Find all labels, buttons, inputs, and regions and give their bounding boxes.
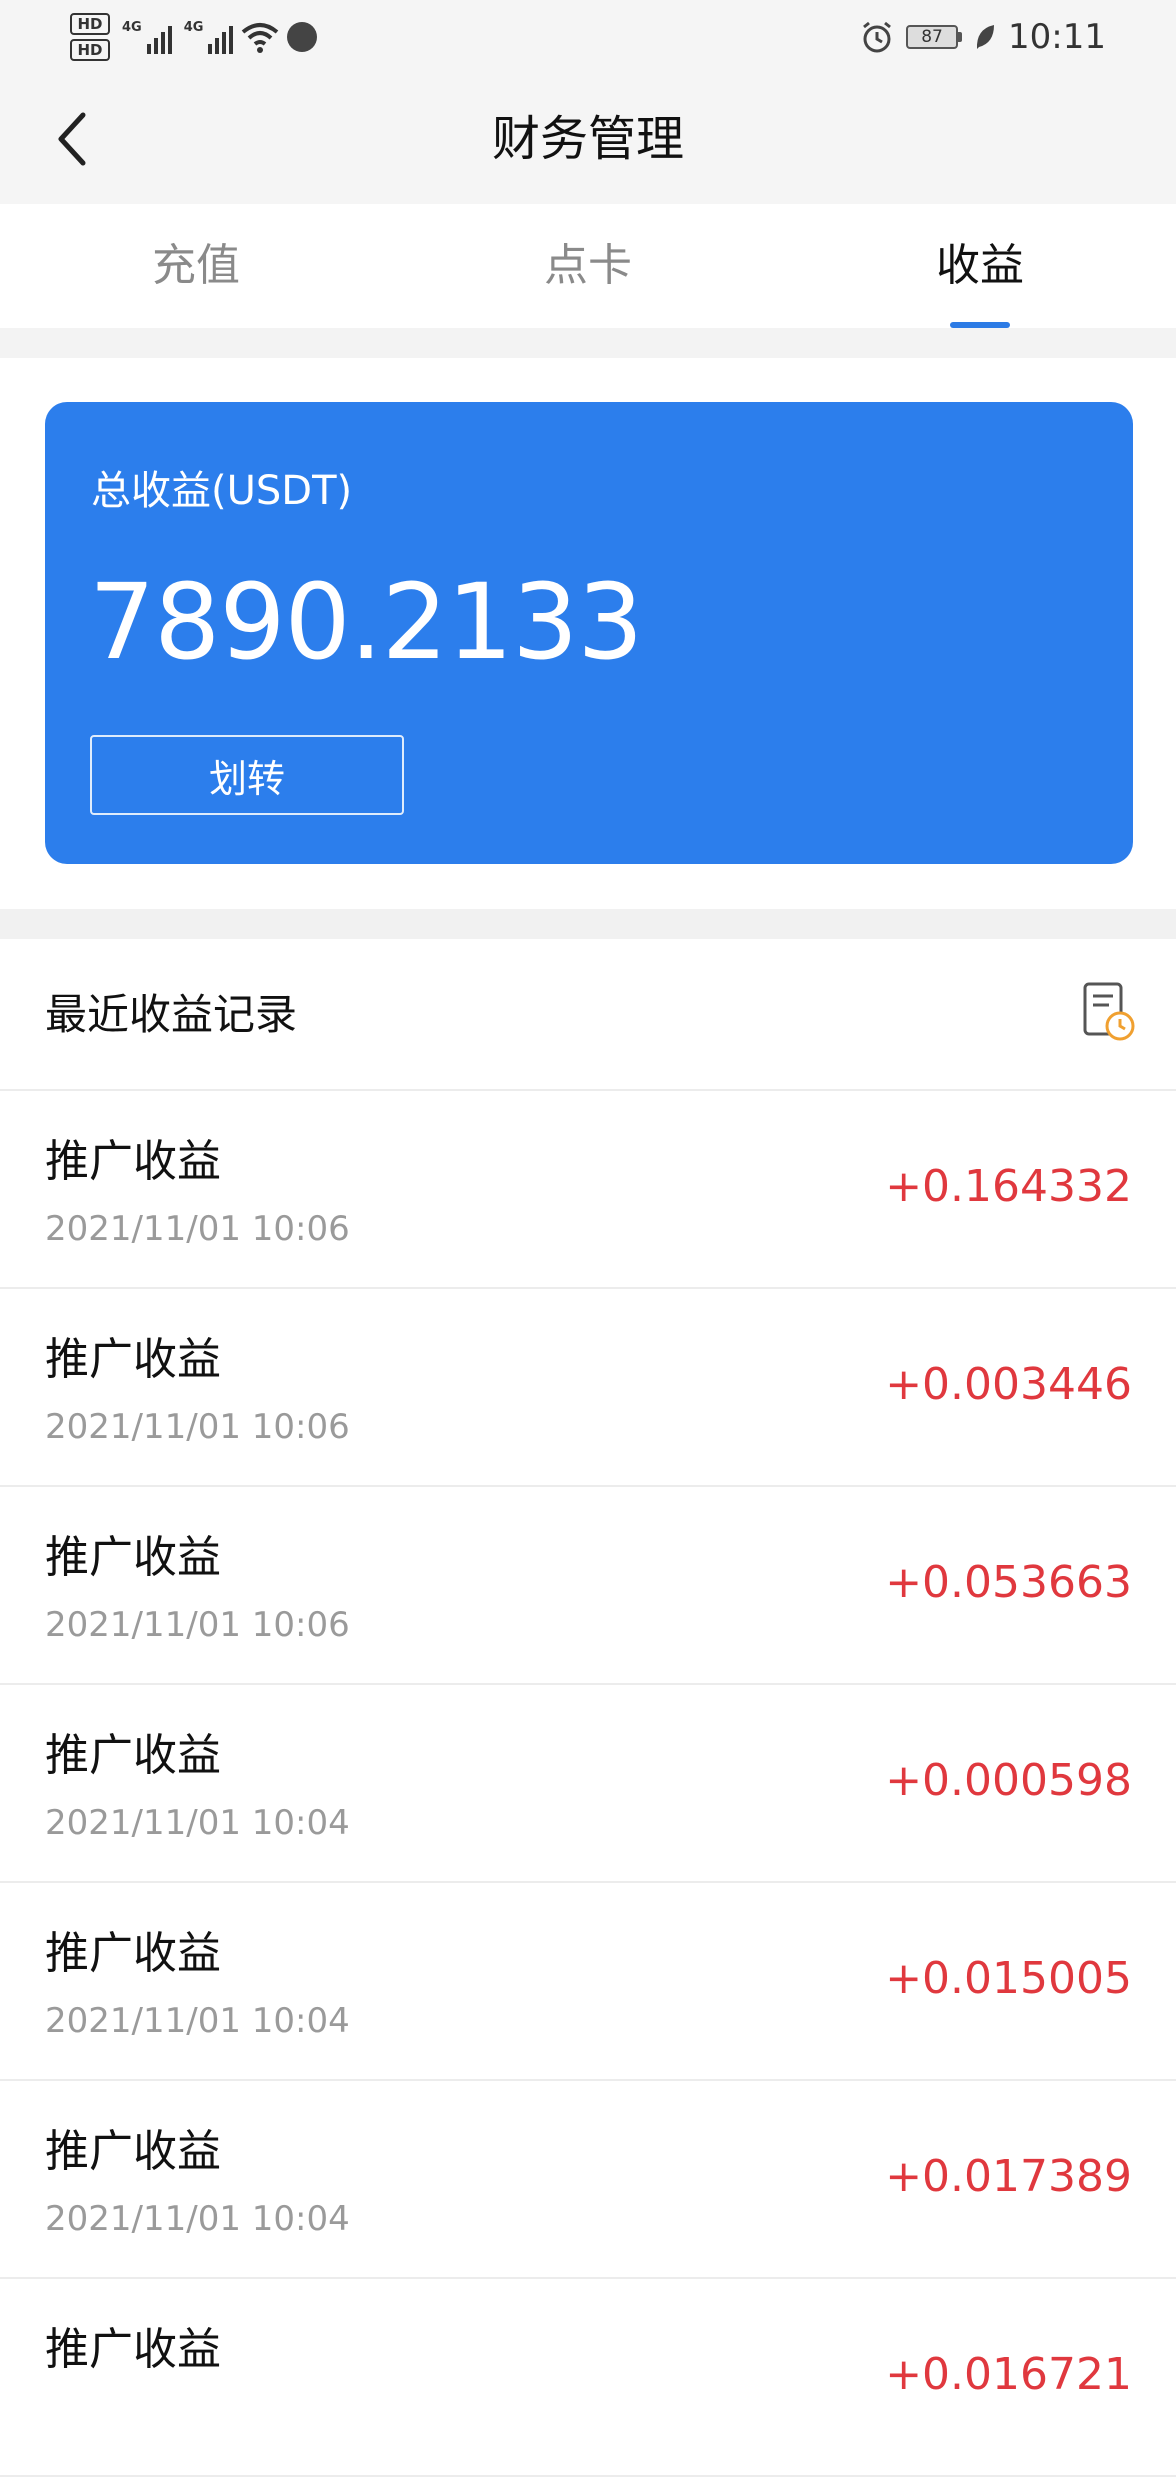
record-title: 推广收益	[45, 1730, 221, 1781]
transfer-button-label: 划转	[208, 756, 285, 801]
record-amount: +0.003446	[885, 1359, 1132, 1410]
record-time: 2021/11/01 10:06	[45, 1605, 350, 1645]
record-title: 推广收益	[45, 1928, 221, 1979]
tab-recharge[interactable]: 充值	[0, 204, 392, 328]
list-item[interactable]: 推广收益 2021/11/01 10:04 +0.015005	[0, 1883, 1176, 2081]
list-item[interactable]: 推广收益 2021/11/01 10:06 +0.053663	[0, 1487, 1176, 1685]
tab-point-card[interactable]: 点卡	[392, 204, 784, 328]
tab-bar: 充值 点卡 收益	[0, 204, 1176, 328]
record-time: 2021/11/01 10:04	[45, 2199, 350, 2239]
tab-label: 充值	[152, 240, 240, 291]
record-title: 推广收益	[45, 1532, 221, 1583]
record-amount: +0.016721	[885, 2349, 1132, 2400]
total-earnings-value: 7890.2133	[89, 561, 643, 683]
records-title: 最近收益记录	[45, 990, 298, 1039]
hd1-badge: HD	[70, 13, 110, 35]
vpn-icon	[287, 22, 318, 52]
total-earnings-label: 总收益(USDT)	[91, 468, 353, 514]
alarm-icon	[863, 21, 891, 53]
wifi-icon	[242, 23, 279, 53]
divider	[0, 328, 1176, 358]
list-item[interactable]: 推广收益 2021/11/01 10:06 +0.003446	[0, 1289, 1176, 1487]
record-time: 2021/11/01 10:04	[45, 1803, 350, 1843]
tab-label: 收益	[936, 240, 1024, 291]
record-title: 推广收益	[45, 2126, 221, 2177]
transfer-button[interactable]: 划转	[90, 735, 404, 815]
tab-earnings[interactable]: 收益	[784, 204, 1176, 328]
signal-icon-1: 4G	[122, 20, 172, 54]
record-time: 2021/11/01 10:06	[45, 1209, 350, 1249]
app-header: 财务管理	[0, 74, 1176, 204]
leaf-icon	[976, 25, 995, 49]
list-item[interactable]: 推广收益 2021/11/01 10:06 +0.164332	[0, 1091, 1176, 1289]
tab-label: 点卡	[544, 240, 632, 291]
records-header: 最近收益记录	[0, 939, 1176, 1091]
list-item[interactable]: 推广收益 +0.016721	[0, 2279, 1176, 2477]
record-amount: +0.017389	[885, 2151, 1132, 2202]
list-item[interactable]: 推广收益 2021/11/01 10:04 +0.000598	[0, 1685, 1176, 1883]
page-title: 财务管理	[491, 111, 684, 167]
record-history-icon[interactable]	[1082, 981, 1136, 1043]
record-amount: +0.000598	[885, 1755, 1132, 1806]
hd2-badge: HD	[70, 39, 110, 61]
hd-indicators: HD HD	[70, 13, 110, 61]
record-title: 推广收益	[45, 1136, 221, 1187]
record-amount: +0.053663	[885, 1557, 1132, 1608]
list-item[interactable]: 推广收益 2021/11/01 10:04 +0.017389	[0, 2081, 1176, 2279]
record-title: 推广收益	[45, 2324, 221, 2375]
status-left: HD HD 4G 4G	[70, 6, 318, 68]
records-list: 推广收益 2021/11/01 10:06 +0.164332 推广收益 202…	[0, 1091, 1176, 2477]
record-amount: +0.164332	[885, 1161, 1132, 1212]
signal-icon-2: 4G	[184, 20, 234, 54]
network-type-2: 4G	[183, 20, 204, 35]
total-earnings-card: 总收益(USDT) 7890.2133 划转	[45, 402, 1133, 864]
record-title: 推广收益	[45, 1334, 221, 1385]
divider	[0, 909, 1176, 939]
network-type-1: 4G	[122, 20, 142, 35]
status-right: 87 10:11	[860, 0, 1106, 74]
record-time: 2021/11/01 10:06	[45, 1407, 350, 1447]
status-bar: HD HD 4G 4G 87 10:11	[0, 0, 1176, 74]
battery-icon: 87	[906, 25, 963, 49]
battery-level: 87	[921, 27, 943, 47]
record-time: 2021/11/01 10:04	[45, 2001, 350, 2041]
status-time: 10:11	[1008, 17, 1106, 57]
record-amount: +0.015005	[885, 1953, 1132, 2004]
